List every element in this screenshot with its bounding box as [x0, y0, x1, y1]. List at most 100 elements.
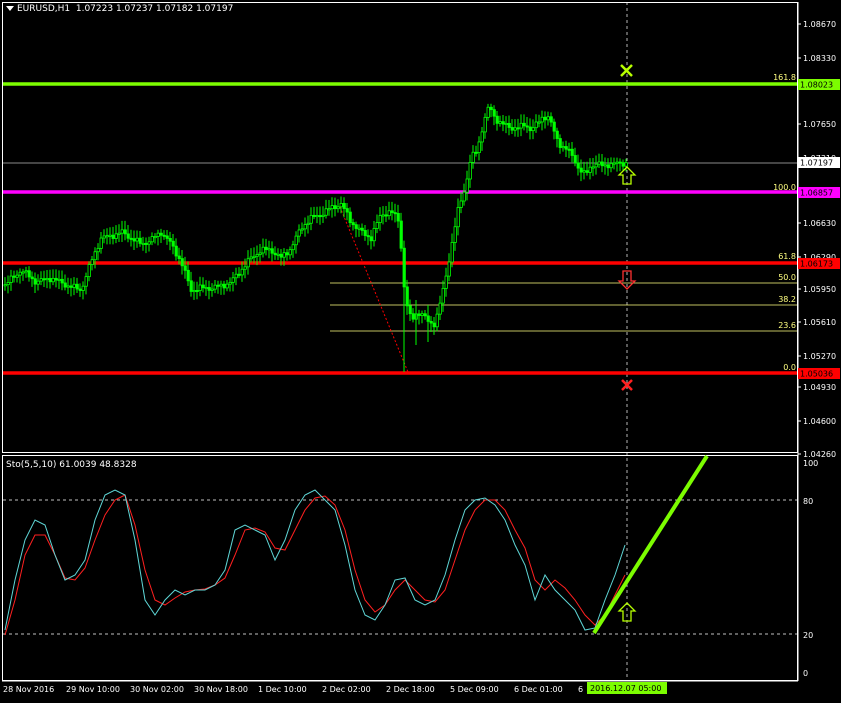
candle-body: [162, 234, 166, 237]
candle-body: [624, 162, 628, 167]
candle-body: [72, 283, 76, 288]
candle-body: [111, 234, 115, 239]
candle-body: [531, 127, 535, 132]
time-axis-label: 1 Dec 10:00: [258, 685, 307, 694]
candle-body: [522, 122, 526, 127]
candle-body: [375, 222, 379, 229]
candle-body: [75, 283, 79, 290]
candle-body: [495, 115, 499, 124]
stoch-axis-20: 20: [803, 631, 813, 640]
candle-body: [243, 266, 247, 270]
candle-body: [408, 305, 412, 315]
candle-body: [306, 222, 310, 225]
candle-body: [150, 236, 154, 243]
candle-body: [513, 127, 517, 131]
candle-body: [357, 227, 361, 230]
candle-body: [363, 230, 367, 236]
candle-body: [396, 213, 400, 222]
symbol-label: EURUSD,H1: [17, 4, 71, 14]
stoch-trendline[interactable]: [592, 454, 709, 635]
time-axis-label: 30 Nov 02:00: [130, 685, 184, 694]
fib-label-0: 0.0: [783, 363, 796, 372]
candle-body: [519, 122, 523, 129]
candle-body: [201, 284, 205, 289]
candle-body: [603, 164, 607, 167]
candle-body: [558, 138, 562, 148]
candle-body: [516, 127, 520, 130]
candle-body: [90, 259, 94, 265]
candle-body: [165, 235, 169, 239]
candle-body: [114, 233, 118, 239]
candle-body: [606, 164, 610, 169]
candle-body: [429, 320, 433, 324]
candle-body: [51, 277, 55, 283]
price-axis-label: 1.07650: [803, 120, 836, 129]
candle-body: [540, 116, 544, 123]
candle-body: [399, 220, 403, 249]
candle-body: [387, 210, 391, 217]
candle-body: [525, 125, 529, 128]
candle-body: [567, 148, 571, 151]
fib-label-50: 50.0: [778, 273, 796, 282]
candle-body: [21, 271, 25, 274]
candle-body: [354, 224, 358, 229]
price-axis-label: 1.05950: [803, 285, 836, 294]
candle-body: [183, 265, 187, 271]
candle-body: [39, 278, 43, 282]
buy-up-arrow-icon[interactable]: [617, 166, 637, 185]
candle-body: [258, 252, 262, 255]
candle-body: [411, 313, 415, 320]
chart-window[interactable]: 161.8 100.0 61.8 50.0 38.2 23.6 0.0 1.08…: [0, 0, 841, 700]
time-axis-label: 6: [578, 685, 583, 694]
candle-body: [615, 161, 619, 164]
candle-body: [564, 146, 568, 150]
candle-body: [327, 208, 331, 211]
candle-body: [543, 116, 547, 121]
candle-body: [468, 162, 472, 180]
candle-body: [231, 277, 235, 283]
candle-body: [390, 210, 394, 213]
stoch-main-line: [4, 489, 626, 631]
candle-body: [213, 284, 217, 290]
fib-61-price-text: 1.06173: [800, 260, 833, 269]
candle-body: [372, 228, 376, 242]
candle-body: [360, 227, 364, 231]
candle-body: [102, 235, 106, 239]
ohlc-values: 1.07223 1.07237 1.07182 1.07197: [75, 4, 234, 14]
candle-body: [117, 232, 121, 235]
candle-body: [300, 228, 304, 231]
candle-body: [288, 249, 292, 256]
indicator-title: Sto(5,5,10) 61.0039 48.8328: [6, 460, 137, 470]
candle-body: [276, 253, 280, 256]
candle-body: [180, 258, 184, 267]
candle-body: [333, 205, 337, 210]
candle-body: [321, 214, 325, 217]
candle-body: [459, 200, 463, 208]
fib-161-price-text: 1.08023: [800, 81, 833, 90]
candle-body: [471, 151, 475, 163]
stoch-up-arrow-icon[interactable]: [617, 602, 637, 622]
candle-body: [318, 215, 322, 218]
take-profit-cross-icon[interactable]: [620, 64, 633, 77]
candle-body: [138, 237, 142, 244]
candle-body: [384, 214, 388, 217]
candle-body: [510, 127, 514, 131]
candle-body: [561, 146, 565, 149]
candle-body: [81, 285, 85, 291]
candle-body: [27, 270, 31, 278]
triangle-down-icon[interactable]: [6, 6, 14, 11]
price-chart[interactable]: 161.8 100.0 61.8 50.0 38.2 23.6 0.0 1.08…: [0, 0, 841, 700]
candle-body: [3, 284, 7, 287]
fib-label-61: 61.8: [778, 252, 796, 261]
price-axis-label: 1.04600: [803, 417, 836, 426]
stoch-axis-0: 0: [803, 669, 808, 678]
candle-body: [462, 191, 466, 202]
candle-body: [261, 246, 265, 254]
candle-body: [366, 235, 370, 238]
fib-label-100: 100.0: [773, 183, 796, 192]
candle-body: [6, 282, 10, 286]
candle-body: [60, 278, 64, 284]
candle-body: [36, 280, 40, 285]
candle-body: [336, 206, 340, 210]
price-axis-label: 1.05270: [803, 352, 836, 361]
